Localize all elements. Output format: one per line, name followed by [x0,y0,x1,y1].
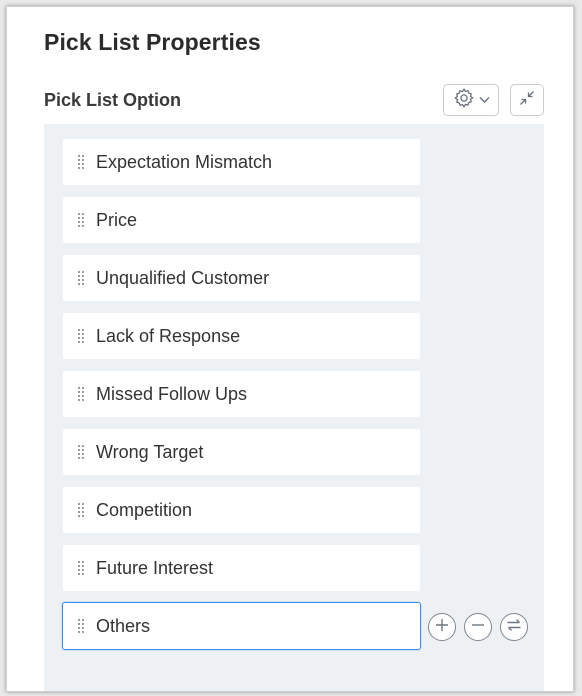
list-item[interactable]: Future Interest [62,544,421,592]
editing-list-item[interactable] [62,602,421,650]
panel-title: Pick List Properties [44,29,261,55]
pick-list-properties-panel: Pick List Properties Pick List Option Ex… [6,6,574,692]
list-item[interactable]: Price [62,196,421,244]
drag-handle-icon[interactable] [78,154,85,170]
collapse-button[interactable] [510,84,544,116]
list-item[interactable]: Lack of Response [62,312,421,360]
drag-handle-icon[interactable] [78,618,85,634]
list-item[interactable]: Expectation Mismatch [62,138,421,186]
gear-icon [453,87,475,114]
settings-dropdown-button[interactable] [443,84,499,116]
pick-list-options-area: Expectation Mismatch Price Unqualified C… [44,124,544,691]
drag-handle-icon[interactable] [78,502,85,518]
plus-circle-icon [435,618,449,637]
option-edit-input[interactable] [96,615,386,637]
drag-handle-icon[interactable] [78,328,85,344]
drag-handle-icon[interactable] [78,444,85,460]
drag-handle-icon[interactable] [78,386,85,402]
swap-arrows-icon [506,618,522,637]
list-item[interactable]: Competition [62,486,421,534]
option-label: Wrong Target [96,441,204,462]
option-label: Future Interest [96,557,214,578]
list-item[interactable]: Wrong Target [62,428,421,476]
option-label: Price [96,209,138,230]
option-label: Lack of Response [96,325,241,346]
section-label: Pick List Option [44,90,182,110]
option-label: Competition [96,499,193,520]
option-label: Expectation Mismatch [96,151,273,172]
remove-option-button[interactable] [464,613,492,641]
add-option-button[interactable] [428,613,456,641]
drag-handle-icon[interactable] [78,212,85,228]
collapse-arrows-icon [519,90,535,111]
minus-circle-icon [471,618,485,637]
chevron-down-icon [479,91,490,109]
list-item[interactable]: Missed Follow Ups [62,370,421,418]
drag-handle-icon[interactable] [78,560,85,576]
option-label: Missed Follow Ups [96,383,248,404]
option-label: Unqualified Customer [96,267,270,288]
list-item[interactable]: Unqualified Customer [62,254,421,302]
drag-handle-icon[interactable] [78,270,85,286]
swap-option-button[interactable] [500,613,528,641]
